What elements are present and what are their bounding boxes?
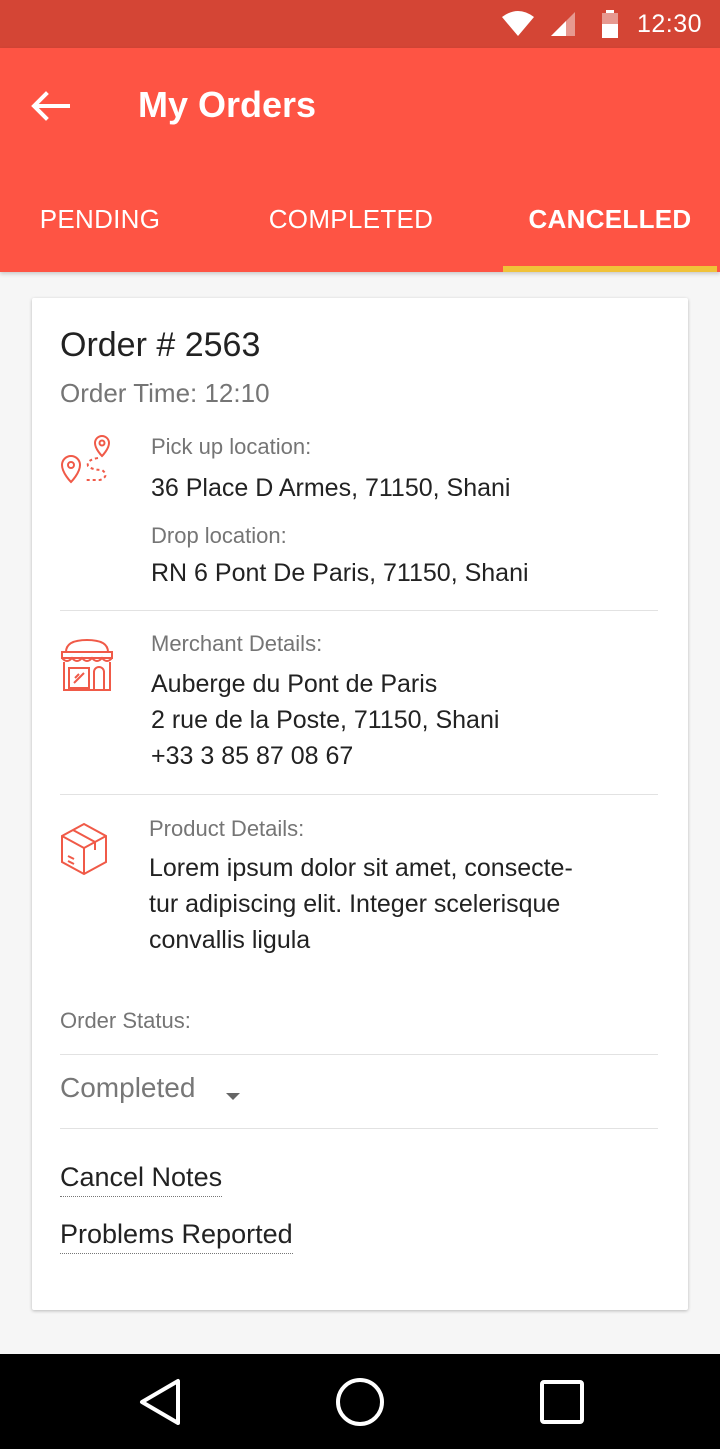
drop-value: RN 6 Pont De Paris, 71150, Shani bbox=[151, 559, 529, 587]
merchant-phone: +33 3 85 87 08 67 bbox=[151, 742, 354, 770]
tab-pending[interactable]: PENDING bbox=[0, 166, 200, 272]
divider bbox=[60, 794, 658, 795]
order-status-dropdown[interactable]: Completed bbox=[60, 1056, 658, 1128]
nav-home-button[interactable] bbox=[330, 1374, 390, 1434]
back-triangle-icon bbox=[138, 1378, 182, 1431]
tab-bar: PENDING COMPLETED CANCELLED bbox=[0, 166, 720, 272]
order-card: Order # 2563 Order Time: 12:10 Pick up l… bbox=[32, 298, 688, 1310]
home-circle-icon bbox=[335, 1377, 385, 1432]
problems-reported-link[interactable]: Problems Reported bbox=[60, 1219, 293, 1254]
package-box-icon bbox=[60, 822, 108, 881]
pickup-label: Pick up location: bbox=[151, 434, 312, 459]
tab-cancelled[interactable]: CANCELLED bbox=[503, 166, 717, 272]
back-button[interactable] bbox=[24, 86, 76, 130]
drop-label: Drop location: bbox=[151, 523, 287, 548]
active-tab-indicator bbox=[503, 266, 717, 272]
divider bbox=[60, 1128, 658, 1129]
system-nav-bar bbox=[0, 1354, 720, 1449]
pickup-value: 36 Place D Armes, 71150, Shani bbox=[151, 474, 511, 502]
order-time: Order Time: 12:10 bbox=[60, 378, 270, 408]
route-location-icon bbox=[60, 434, 114, 493]
merchant-address: 2 rue de la Poste, 71150, Shani bbox=[151, 706, 500, 734]
order-number: Order # 2563 bbox=[60, 326, 261, 364]
tab-completed[interactable]: COMPLETED bbox=[240, 166, 462, 272]
product-line: convallis ligula bbox=[149, 926, 311, 954]
merchant-label: Merchant Details: bbox=[151, 631, 323, 656]
arrow-left-icon bbox=[30, 90, 70, 126]
signal-icon bbox=[549, 11, 575, 37]
merchant-name: Auberge du Pont de Paris bbox=[151, 670, 438, 698]
status-time: 12:30 bbox=[636, 9, 702, 38]
caret-down-icon bbox=[226, 1088, 240, 1106]
order-status-label: Order Status: bbox=[60, 1008, 191, 1033]
wifi-icon bbox=[501, 11, 535, 37]
nav-back-button[interactable] bbox=[130, 1374, 190, 1434]
order-status-value: Completed bbox=[60, 1072, 196, 1103]
product-line: Lorem ipsum dolor sit amet, consecte- bbox=[149, 854, 573, 882]
cancel-notes-link[interactable]: Cancel Notes bbox=[60, 1162, 223, 1197]
nav-recents-button[interactable] bbox=[532, 1374, 592, 1434]
page-title: My Orders bbox=[138, 84, 317, 125]
store-icon bbox=[60, 638, 114, 699]
product-line: tur adipiscing elit. Integer scelerisque bbox=[149, 890, 561, 918]
battery-icon bbox=[601, 10, 619, 38]
recents-square-icon bbox=[540, 1379, 584, 1429]
divider bbox=[60, 1054, 658, 1055]
status-icons: 12:30 bbox=[501, 8, 702, 40]
status-bar: 12:30 bbox=[0, 0, 720, 48]
app-bar: My Orders PENDING COMPLETED CANCELLED bbox=[0, 48, 720, 272]
product-label: Product Details: bbox=[149, 816, 305, 841]
divider bbox=[60, 610, 658, 611]
